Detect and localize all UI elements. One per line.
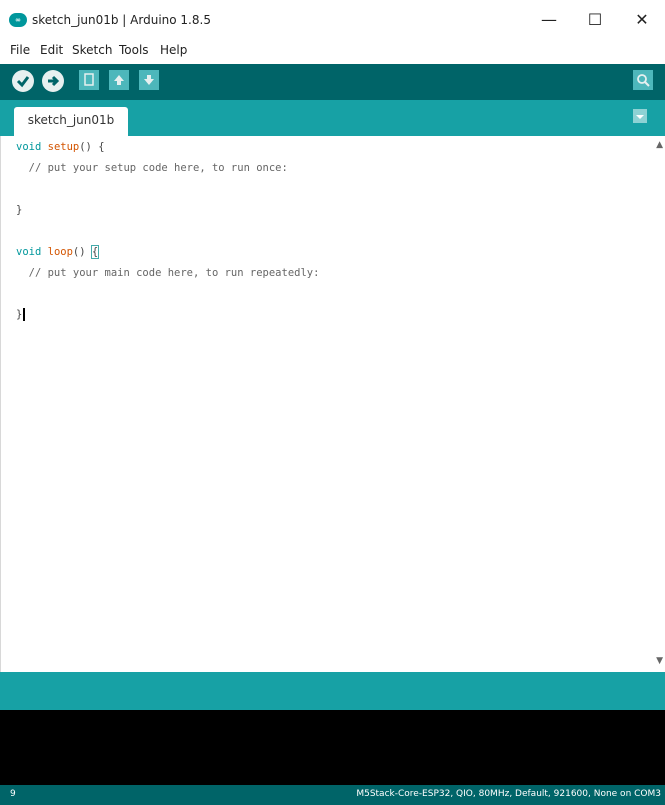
arduino-logo-icon: ∞ <box>9 13 27 27</box>
code-line-loop: void loop() { <box>16 245 100 259</box>
tab-bar: sketch_jun01b <box>0 100 665 136</box>
loop-close-brace: } <box>16 308 23 321</box>
menu-help[interactable]: Help <box>160 43 187 57</box>
upload-icon[interactable] <box>42 70 64 92</box>
code-line-1: void setup() { <box>16 141 105 153</box>
loop-open-brace: { <box>90 245 100 259</box>
title-bar: ∞ sketch_jun01b | Arduino 1.8.5 — ☐ ✕ <box>0 0 665 36</box>
menu-bar: File Edit Sketch Tools Help <box>0 36 665 65</box>
loop-comment: // put your main code here, to run repea… <box>16 267 320 279</box>
function-loop: loop <box>47 246 73 258</box>
minimize-button[interactable]: — <box>526 6 572 34</box>
setup-comment: // put your setup code here, to run once… <box>16 162 288 174</box>
save-icon[interactable] <box>139 70 159 90</box>
serial-monitor-icon[interactable] <box>633 70 653 90</box>
status-bar <box>0 672 665 710</box>
verify-icon[interactable] <box>12 70 34 92</box>
menu-edit[interactable]: Edit <box>40 43 63 57</box>
tab-menu-icon[interactable] <box>633 109 647 123</box>
maximize-button[interactable]: ☐ <box>572 6 618 34</box>
line-number: 9 <box>10 789 16 799</box>
footer-bar: 9 M5Stack-Core-ESP32, QIO, 80MHz, Defaul… <box>0 785 665 805</box>
menu-tools[interactable]: Tools <box>119 43 149 57</box>
loop-parens: () <box>72 246 92 258</box>
open-icon[interactable] <box>109 70 129 90</box>
text-caret <box>23 308 25 321</box>
close-button[interactable]: ✕ <box>619 6 665 34</box>
loop-close-line: } <box>16 308 25 321</box>
tab-sketch[interactable]: sketch_jun01b <box>14 107 128 136</box>
window-title: sketch_jun01b | Arduino 1.8.5 <box>32 13 211 27</box>
keyword-void: void <box>16 141 42 153</box>
setup-parens: () { <box>79 141 105 153</box>
setup-close-brace: } <box>16 204 23 216</box>
scroll-down-icon[interactable]: ▼ <box>656 656 663 666</box>
board-info: M5Stack-Core-ESP32, QIO, 80MHz, Default,… <box>356 789 661 799</box>
code-editor[interactable]: void setup() { // put your setup code he… <box>0 136 665 672</box>
console-output[interactable] <box>0 710 665 785</box>
menu-sketch[interactable]: Sketch <box>72 43 112 57</box>
function-setup: setup <box>47 141 80 153</box>
keyword-void-loop: void <box>16 246 42 258</box>
scroll-up-icon[interactable]: ▲ <box>656 140 663 150</box>
new-icon[interactable] <box>79 70 99 90</box>
toolbar <box>0 64 665 100</box>
menu-file[interactable]: File <box>10 43 30 57</box>
